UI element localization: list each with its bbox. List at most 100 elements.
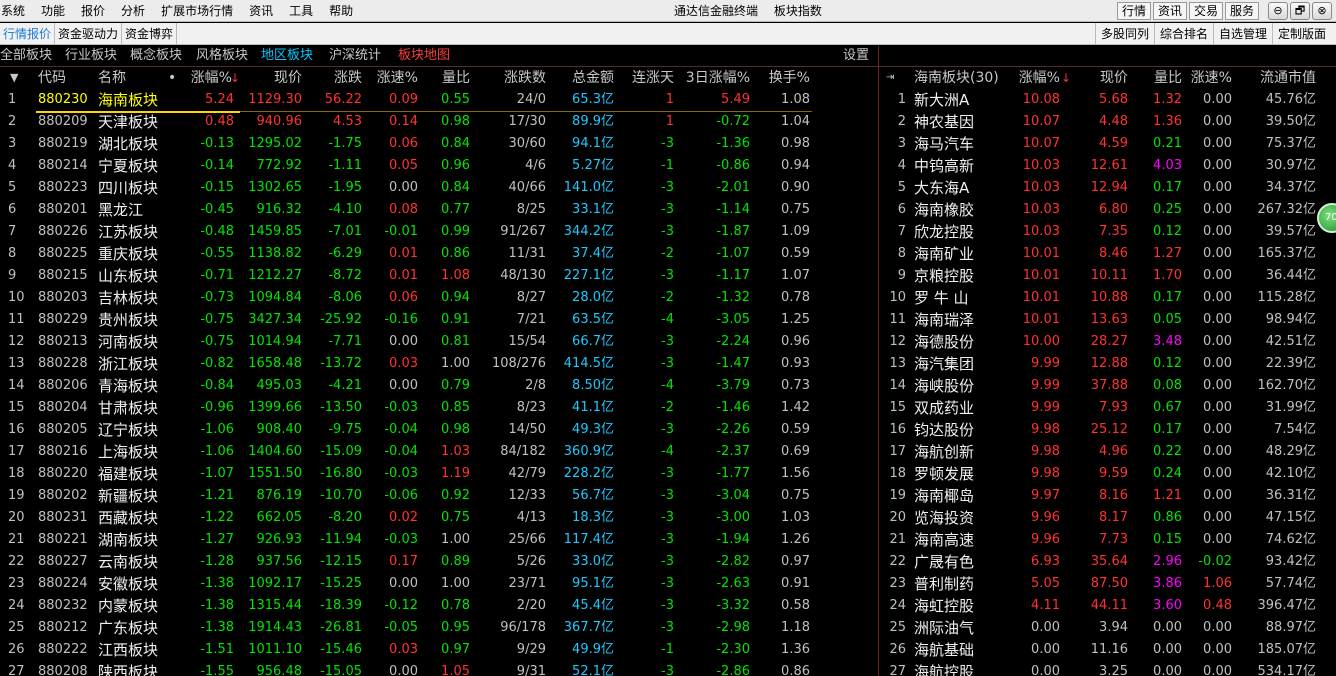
table-row[interactable]: 24 880232 内蒙板块 -1.38 1315.44 -18.39 -0.12 0.78 2… <box>0 595 878 617</box>
menu-item[interactable]: 资讯 <box>241 0 281 22</box>
table-row[interactable]: 3 海马汽车 10.07 4.59 0.21 0.00 75.37亿 <box>880 133 1336 155</box>
header-right-speed[interactable]: 涨速% <box>1182 67 1232 89</box>
sort-caret-icon[interactable]: ▼ <box>10 67 22 89</box>
menu-item[interactable]: 帮助 <box>321 0 361 22</box>
toolbar-button[interactable]: 资讯 <box>1153 2 1188 20</box>
restore-icon[interactable]: 🗗 <box>1290 2 1310 20</box>
table-row[interactable]: 11 880229 贵州板块 -0.75 3427.34 -25.92 -0.16 0.91 7… <box>0 309 878 331</box>
table-row[interactable]: 20 880231 西藏板块 -1.22 662.05 -8.20 0.02 0.75 4/13… <box>0 507 878 529</box>
header-change[interactable]: 涨跌 <box>302 67 362 89</box>
settings-button[interactable]: 设置 <box>843 46 869 66</box>
header-float-mcap[interactable]: 流通市值 <box>1232 67 1316 89</box>
tab-industry-sectors[interactable]: 行业板块 <box>65 46 117 66</box>
tab-quotes[interactable]: 行情报价 <box>0 22 56 45</box>
table-row[interactable]: 6 海南橡胶 10.03 6.80 0.25 0.00 267.32亿 <box>880 199 1336 221</box>
tab-watchlist[interactable]: 自选管理 <box>1213 23 1272 45</box>
table-row[interactable]: 17 海航创新 9.98 4.96 0.22 0.00 48.29亿 <box>880 441 1336 463</box>
tab-region-sectors[interactable]: 地区板块 <box>261 46 313 66</box>
header-sector-name[interactable]: 海南板块(30) <box>914 67 999 89</box>
table-row[interactable]: 21 880221 湖南板块 -1.27 926.93 -11.94 -0.03 1.00 25… <box>0 529 878 551</box>
table-row[interactable]: 13 880228 浙江板块 -0.82 1658.48 -13.72 0.03 1.00 10… <box>0 353 878 375</box>
header-total-amount[interactable]: 总金额 <box>546 67 614 89</box>
header-right-volume-ratio[interactable]: 量比 <box>1128 67 1182 89</box>
header-price[interactable]: 现价 <box>240 67 302 89</box>
menu-item[interactable]: 扩展市场行情 <box>153 0 241 22</box>
menu-item[interactable]: 功能 <box>33 0 73 22</box>
table-row[interactable]: 22 广晟有色 6.93 35.64 2.96 -0.02 93.42亿 <box>880 551 1336 573</box>
tab-multi-stock[interactable]: 多股同列 <box>1095 23 1154 45</box>
table-row[interactable]: 20 览海投资 9.96 8.17 0.86 0.00 47.15亿 <box>880 507 1336 529</box>
tab-all-sectors[interactable]: 全部板块 <box>0 46 52 66</box>
table-row[interactable]: 16 钧达股份 9.98 25.12 0.17 0.00 7.54亿 <box>880 419 1336 441</box>
table-row[interactable]: 7 欣龙控股 10.03 7.35 0.12 0.00 39.57亿 <box>880 221 1336 243</box>
tab-custom-layout[interactable]: 定制版面 <box>1272 23 1331 45</box>
minimize-icon[interactable]: ⊖ <box>1268 2 1288 20</box>
table-row[interactable]: 10 罗 牛 山 10.01 10.88 0.17 0.00 115.28亿 <box>880 287 1336 309</box>
tab-capital-drive[interactable]: 资金驱动力 <box>55 22 123 45</box>
table-row[interactable]: 16 880205 辽宁板块 -1.06 908.40 -9.75 -0.04 0.98 14/… <box>0 419 878 441</box>
tab-style-sectors[interactable]: 风格板块 <box>196 46 248 66</box>
table-row[interactable]: 23 880224 安徽板块 -1.38 1092.17 -15.25 0.00 1.00 23… <box>0 573 878 595</box>
table-row[interactable]: 15 双成药业 9.99 7.93 0.67 0.00 31.99亿 <box>880 397 1336 419</box>
table-row[interactable]: 2 神农基因 10.07 4.48 1.36 0.00 39.50亿 <box>880 111 1336 133</box>
table-row[interactable]: 19 海南椰岛 9.97 8.16 1.21 0.00 36.31亿 <box>880 485 1336 507</box>
menu-item[interactable]: 工具 <box>281 0 321 22</box>
menu-item[interactable]: 分析 <box>113 0 153 22</box>
header-volume-ratio[interactable]: 量比 <box>418 67 470 89</box>
table-row[interactable]: 18 罗顿发展 9.98 9.59 0.24 0.00 42.10亿 <box>880 463 1336 485</box>
header-change-pct[interactable]: 涨幅% <box>178 67 232 89</box>
menu-item[interactable]: 报价 <box>73 0 113 22</box>
table-row[interactable]: 1 880230 海南板块 5.24 1129.30 56.22 0.09 0.55 24/0 6… <box>0 89 878 111</box>
tab-concept-sectors[interactable]: 概念板块 <box>130 46 182 66</box>
toolbar-button[interactable]: 行情 <box>1117 2 1152 20</box>
table-row[interactable]: 19 880202 新疆板块 -1.21 876.19 -10.70 -0.06 0.92 12… <box>0 485 878 507</box>
table-row[interactable]: 12 880213 河南板块 -0.75 1014.94 -7.71 0.00 0.81 15/… <box>0 331 878 353</box>
table-row[interactable]: 22 880227 云南板块 -1.28 937.56 -12.15 0.17 0.89 5/2… <box>0 551 878 573</box>
table-row[interactable]: 8 海南矿业 10.01 8.46 1.27 0.00 165.37亿 <box>880 243 1336 265</box>
table-row[interactable]: 12 海德股份 10.00 28.27 3.48 0.00 42.51亿 <box>880 331 1336 353</box>
table-row[interactable]: 5 大东海A 10.03 12.94 0.17 0.00 34.37亿 <box>880 177 1336 199</box>
table-row[interactable]: 5 880223 四川板块 -0.15 1302.65 -1.95 0.00 0.84 40/6… <box>0 177 878 199</box>
table-row[interactable]: 7 880226 江苏板块 -0.48 1459.85 -7.01 -0.01 0.99 91/… <box>0 221 878 243</box>
header-streak-days[interactable]: 连涨天 <box>614 67 674 89</box>
table-row[interactable]: 17 880216 上海板块 -1.06 1404.60 -15.09 -0.04 1.03 8… <box>0 441 878 463</box>
table-row[interactable]: 18 880220 福建板块 -1.07 1551.50 -16.80 -0.03 1.19 4… <box>0 463 878 485</box>
table-row[interactable]: 26 海航基础 0.00 11.16 0.00 0.00 185.07亿 <box>880 639 1336 661</box>
table-row[interactable]: 21 海南高速 9.96 7.73 0.15 0.00 74.62亿 <box>880 529 1336 551</box>
table-row[interactable]: 3 880219 湖北板块 -0.13 1295.02 -1.75 0.06 0.84 30/6… <box>0 133 878 155</box>
menu-item[interactable]: 系统 <box>0 0 33 22</box>
tab-shsz-stats[interactable]: 沪深统计 <box>329 46 381 66</box>
close-icon[interactable]: ⊗ <box>1312 2 1332 20</box>
table-row[interactable]: 8 880225 重庆板块 -0.55 1138.82 -6.29 0.01 0.86 11/3… <box>0 243 878 265</box>
table-row[interactable]: 25 880212 广东板块 -1.38 1914.43 -26.81 -0.05 0.95 9… <box>0 617 878 639</box>
header-3day-pct[interactable]: 3日涨幅% <box>674 67 750 89</box>
table-row[interactable]: 4 中钨高新 10.03 12.61 4.03 0.00 30.97亿 <box>880 155 1336 177</box>
table-row[interactable]: 6 880201 黑龙江 -0.45 916.32 -4.10 0.08 0.77 8/25 33… <box>0 199 878 221</box>
table-row[interactable]: 27 海航控股 0.00 3.25 0.00 0.00 534.17亿 <box>880 661 1336 676</box>
table-row[interactable]: 27 880208 陕西板块 -1.55 956.48 -15.05 0.00 1.05 9/3… <box>0 661 878 676</box>
table-row[interactable]: 4 880214 宁夏板块 -0.14 772.92 -1.11 0.05 0.96 4/6 5.… <box>0 155 878 177</box>
table-row[interactable]: 14 海峡股份 9.99 37.88 0.08 0.00 162.70亿 <box>880 375 1336 397</box>
tab-ranking[interactable]: 综合排名 <box>1154 23 1213 45</box>
table-row[interactable]: 11 海南瑞泽 10.01 13.63 0.05 0.00 98.94亿 <box>880 309 1336 331</box>
header-code[interactable]: 代码 <box>38 67 66 89</box>
toolbar-button[interactable]: 服务 <box>1225 2 1260 20</box>
table-row[interactable]: 10 880203 吉林板块 -0.73 1094.84 -8.06 0.06 0.94 8/2… <box>0 287 878 309</box>
table-row[interactable]: 25 洲际油气 0.00 3.94 0.00 0.00 88.97亿 <box>880 617 1336 639</box>
tab-sector-map[interactable]: 板块地图 <box>398 46 450 66</box>
table-row[interactable]: 15 880204 甘肃板块 -0.96 1399.66 -13.50 -0.03 0.85 8… <box>0 397 878 419</box>
table-row[interactable]: 26 880222 江西板块 -1.51 1011.10 -15.46 0.03 0.97 9/… <box>0 639 878 661</box>
toolbar-button[interactable]: 交易 <box>1189 2 1224 20</box>
header-right-price[interactable]: 现价 <box>1070 67 1128 89</box>
table-row[interactable]: 14 880206 青海板块 -0.84 495.03 -4.21 0.00 0.79 2/8 8… <box>0 375 878 397</box>
header-turnover[interactable]: 换手% <box>750 67 810 89</box>
table-row[interactable]: 13 海汽集团 9.99 12.88 0.12 0.00 22.39亿 <box>880 353 1336 375</box>
table-row[interactable]: 1 新大洲A 10.08 5.68 1.32 0.00 45.76亿 <box>880 89 1336 111</box>
tab-capital-game[interactable]: 资金博弈 <box>122 22 178 45</box>
table-row[interactable]: 9 880215 山东板块 -0.71 1212.27 -8.72 0.01 1.08 48/1… <box>0 265 878 287</box>
table-row[interactable]: 2 880209 天津板块 0.48 940.96 4.53 0.14 0.98 17/30 89… <box>0 111 878 133</box>
table-row[interactable]: 23 普利制药 5.05 87.50 3.86 1.06 57.74亿 <box>880 573 1336 595</box>
header-name[interactable]: 名称 <box>98 67 126 89</box>
header-speed[interactable]: 涨速% <box>362 67 418 89</box>
table-row[interactable]: 9 京粮控股 10.01 10.11 1.70 0.00 36.44亿 <box>880 265 1336 287</box>
